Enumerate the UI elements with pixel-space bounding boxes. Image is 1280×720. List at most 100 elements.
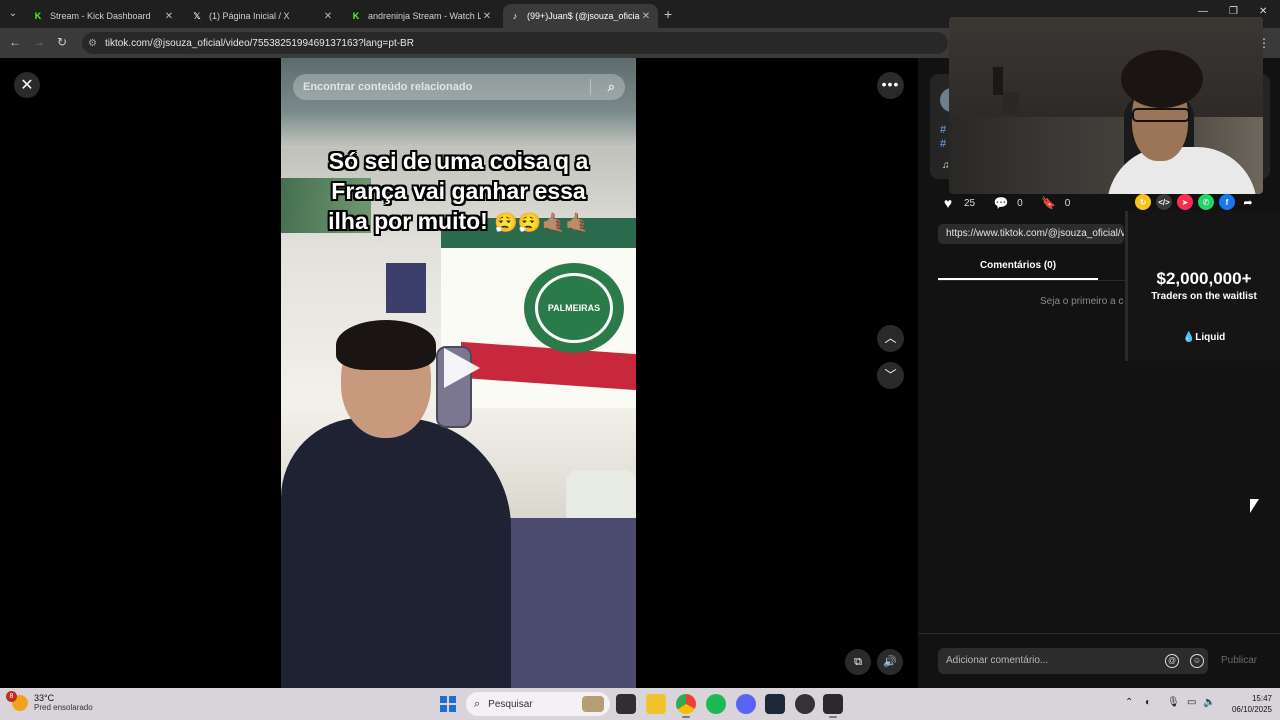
mention-at-icon[interactable]: @ [1165, 654, 1179, 668]
file-explorer-icon[interactable] [646, 694, 666, 714]
search-icon: ⌕ [474, 697, 481, 710]
webcam-person-glasses [1132, 108, 1190, 122]
search-icon[interactable]: ⌕ [608, 79, 615, 95]
heart-icon: ♥ [943, 195, 953, 211]
close-video-icon[interactable]: ✕ [14, 72, 40, 98]
next-video-chevron-down-icon[interactable]: ﹀ [877, 362, 904, 389]
wall-frame [1003, 92, 1019, 114]
tab-title: Stream - Kick Dashboard [50, 11, 151, 21]
previous-video-chevron-up-icon[interactable]: ︿ [877, 325, 904, 352]
palmeiras-crest: PALMEIRAS [524, 263, 624, 353]
ad-amount: $2,000,000+ [1156, 269, 1252, 288]
comment-count: 0 [1017, 197, 1023, 209]
tab-close-icon[interactable]: ✕ [163, 11, 175, 22]
embed-code-icon[interactable]: </> [1156, 194, 1172, 210]
epic-games-icon[interactable] [823, 694, 843, 718]
microphone-icon[interactable]: 🎙 [1167, 697, 1180, 708]
tab-comments[interactable]: Comentários (0) [938, 254, 1098, 280]
video-person-body [281, 418, 511, 688]
taskbar-search[interactable]: ⌕ Pesquisar [466, 692, 610, 716]
whatsapp-icon[interactable]: ✆ [1198, 194, 1214, 210]
weather-description: Pred ensolarado [34, 703, 93, 712]
send-to-friends-icon[interactable]: ➤ [1177, 194, 1193, 210]
tray-chevron-up-icon[interactable]: ⌃ [1125, 697, 1133, 708]
tab-kick-dashboard[interactable]: K Stream - Kick Dashboard ✕ [26, 4, 181, 28]
minimize-icon[interactable]: — [1198, 6, 1208, 17]
more-options-icon[interactable]: ••• [877, 72, 904, 99]
ad-subtitle: Traders on the waitlist [1151, 291, 1257, 302]
obs-icon[interactable] [795, 694, 815, 714]
search-placeholder: Encontrar conteúdo relacionado [303, 81, 473, 93]
related-search-input[interactable]: Encontrar conteúdo relacionado ⌕ [293, 74, 625, 100]
video-viewer: ✕ PALMEIRAS Só sei de uma coisa q a Fran… [0, 58, 918, 688]
kick-icon: K [34, 11, 42, 21]
tab-andreninja-stream[interactable]: K andreninja Stream - Watch Live ✕ [344, 4, 499, 28]
webcam-overlay [949, 17, 1263, 194]
hashtag-link[interactable]: # [940, 124, 946, 136]
task-view-icon[interactable] [616, 694, 636, 714]
tab-close-icon[interactable]: ✕ [322, 11, 334, 22]
tab-title: andreninja Stream - Watch Live [368, 11, 481, 21]
repost-icon[interactable]: ↻ [1135, 194, 1151, 210]
url-text: tiktok.com/@jsouza_oficial/video/7553825… [104, 37, 414, 49]
back-arrow-icon[interactable]: ← [9, 35, 21, 49]
floating-player-icon[interactable]: ⧉ [845, 649, 871, 675]
tab-title: (1) Página Inicial / X [209, 11, 290, 21]
discord-icon[interactable] [736, 694, 756, 714]
address-bar[interactable]: ⚙ tiktok.com/@jsouza_oficial/video/75538… [82, 32, 948, 54]
forward-arrow-icon[interactable]: → [33, 35, 45, 49]
droplet-icon: 💧 [1182, 332, 1196, 343]
sun-icon: 8 [6, 691, 28, 711]
wall-frame [993, 67, 1003, 95]
new-tab-plus-icon[interactable]: + [664, 6, 672, 22]
notification-badge: 8 [6, 691, 17, 702]
temperature: 33°C [34, 693, 55, 703]
clock-time: 15:47 [1251, 694, 1272, 703]
tray-app-icon[interactable]: ◐ [1145, 697, 1151, 708]
windows-taskbar: 8 33°C Pred ensolarado ⌕ Pesquisar ⌃ ◐ 🎙… [0, 688, 1280, 720]
engagement-stats: ♥ 25 💬 0 🔖 0 [940, 195, 1088, 211]
site-settings-icon[interactable]: ⚙ [88, 38, 97, 49]
x-icon: 𝕏 [193, 10, 201, 21]
publish-button[interactable]: Publicar [1221, 655, 1257, 666]
tab-x-home[interactable]: 𝕏 (1) Página Inicial / X ✕ [185, 4, 340, 28]
save-button[interactable]: 🔖 0 [1041, 195, 1071, 211]
steam-icon[interactable] [765, 694, 785, 714]
caption-emojis: 😮‍💨😮‍💨🤙🏽🤙🏽 [494, 213, 589, 234]
weather-widget[interactable]: 8 33°C Pred ensolarado [6, 691, 93, 713]
share-buttons: ↻ </> ➤ ✆ f ➦ [1135, 194, 1261, 210]
tab-tiktok[interactable]: ♪ (99+)Juan$ (@jsouza_oficial) | TikTok … [503, 4, 658, 28]
like-button[interactable]: ♥ 25 [940, 195, 975, 211]
tab-close-icon[interactable]: ✕ [481, 11, 493, 22]
close-window-icon[interactable]: ✕ [1259, 6, 1267, 17]
save-count: 0 [1064, 197, 1071, 209]
hashtag-link[interactable]: # [940, 138, 946, 150]
video-person-hair [336, 320, 436, 370]
clock-date: 06/10/2025 [1231, 705, 1272, 714]
network-icon[interactable]: ▭ [1187, 697, 1196, 708]
share-arrow-icon[interactable]: ➦ [1240, 194, 1256, 210]
bookmark-icon: 🔖 [1041, 196, 1057, 210]
windows-start-icon[interactable] [440, 696, 456, 712]
play-icon[interactable] [444, 348, 480, 388]
tab-close-icon[interactable]: ✕ [640, 11, 652, 22]
tab-list-chevron-icon[interactable]: ⌄ [4, 5, 22, 23]
speaker-icon[interactable]: 🔈 [1203, 697, 1215, 708]
video-frame[interactable]: PALMEIRAS Só sei de uma coisa q a França… [281, 58, 636, 688]
video-link-field[interactable]: https://www.tiktok.com/@jsouza_oficial/v… [938, 224, 1124, 244]
spotify-icon[interactable] [706, 694, 726, 714]
restore-icon[interactable]: ❐ [1229, 6, 1238, 17]
kick-icon: K [352, 11, 360, 21]
comment-button[interactable]: 💬 0 [993, 195, 1023, 211]
volume-icon[interactable]: 🔊 [877, 649, 903, 675]
chrome-icon[interactable] [676, 694, 696, 718]
tiktok-icon: ♪ [512, 11, 518, 21]
empty-comments-message: Seja o primeiro a comentar! [1040, 296, 1124, 307]
system-clock[interactable]: 15:47 06/10/2025 [1218, 693, 1272, 715]
emoji-smile-icon[interactable]: ☺ [1190, 654, 1204, 668]
ad-brand: 💧Liquid [1182, 332, 1226, 343]
liquid-ad-banner[interactable]: $2,000,000+ Traders on the waitlist 💧Liq… [1125, 211, 1280, 361]
reload-icon[interactable]: ↻ [57, 35, 67, 49]
facebook-icon[interactable]: f [1219, 194, 1235, 210]
video-caption: Só sei de uma coisa q a França vai ganha… [328, 148, 589, 234]
